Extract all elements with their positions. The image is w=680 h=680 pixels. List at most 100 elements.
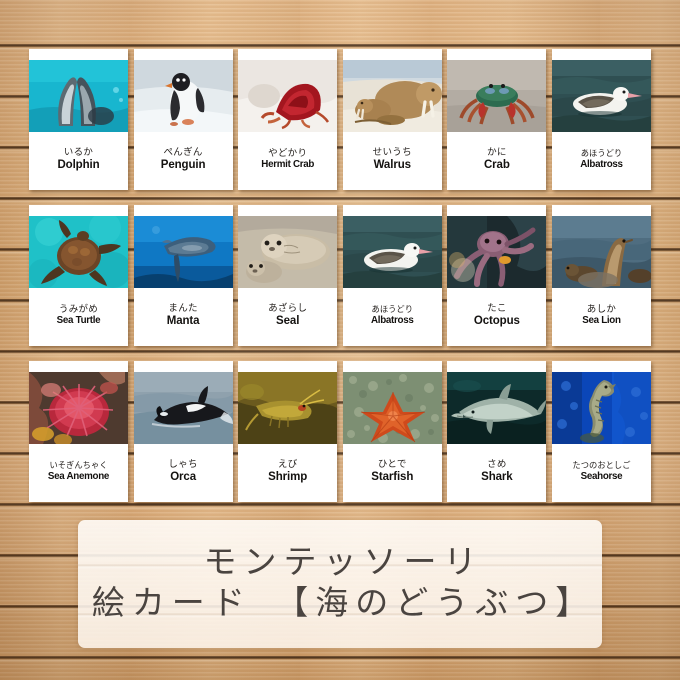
flashcard[interactable]: たつのおとしご Seahorse	[551, 361, 651, 502]
dolphin-illustration	[29, 60, 128, 132]
orca-illustration	[133, 372, 233, 444]
flashcard-grid: いるか Dolphin ぺんぎん Penguin やどかり Hermit Crab	[29, 49, 651, 502]
card-top-margin	[551, 205, 651, 216]
crab-illustration	[447, 60, 547, 132]
flashcard[interactable]: ぺんぎん Penguin	[133, 49, 233, 190]
flashcard[interactable]: あざらし Seal	[238, 205, 338, 346]
title-banner: モンテッソーリ 絵カード 【海のどうぶつ】	[78, 520, 602, 648]
flashcard[interactable]: あしか Sea Lion	[551, 205, 651, 346]
card-label-english: Manta	[166, 314, 200, 327]
shark-illustration	[447, 372, 547, 444]
albatross-illustration	[342, 216, 442, 288]
flashcard[interactable]: せいうち Walrus	[342, 49, 442, 190]
card-label-area: たつのおとしご Seahorse	[552, 444, 651, 502]
card-label-english: Albatross	[580, 158, 623, 170]
sea-turtle-illustration	[29, 216, 128, 288]
card-label-english: Walrus	[373, 158, 411, 171]
card-label-english: Sea Lion	[582, 315, 621, 327]
penguin-photo	[133, 60, 233, 132]
flashcard[interactable]: まんた Manta	[133, 205, 233, 346]
dolphin-photo	[29, 60, 128, 132]
albatross-illustration	[551, 60, 651, 132]
card-label-japanese: いそぎんちゃく	[49, 460, 108, 471]
card-label-area: かに Crab	[447, 132, 546, 190]
crab-photo	[447, 60, 547, 132]
card-label-area: うみがめ Sea Turtle	[29, 288, 128, 346]
walrus-illustration	[342, 60, 442, 132]
card-label-japanese: えび	[277, 459, 298, 470]
hermit-crab-photo	[238, 60, 338, 132]
manta-photo	[133, 216, 233, 288]
sea-anemone-photo	[29, 372, 128, 444]
card-label-english: Shrimp	[268, 470, 308, 483]
starfish-photo	[342, 372, 442, 444]
card-top-margin	[447, 49, 547, 60]
seal-illustration	[238, 216, 338, 288]
flashcard[interactable]: たこ Octopus	[447, 205, 547, 346]
card-top-margin	[133, 205, 233, 216]
card-label-english: Penguin	[160, 158, 206, 171]
flashcard[interactable]: さめ Shark	[447, 361, 547, 502]
seal-photo	[238, 216, 338, 288]
card-label-english: Dolphin	[57, 158, 100, 171]
hermit-crab-illustration	[238, 60, 338, 132]
card-label-area: いるか Dolphin	[29, 132, 128, 190]
flashcard[interactable]: うみがめ Sea Turtle	[29, 205, 128, 346]
card-label-area: あしか Sea Lion	[552, 288, 651, 346]
card-top-margin	[133, 49, 233, 60]
card-label-japanese: やどかり	[268, 147, 308, 159]
card-label-japanese: ぺんぎん	[163, 147, 203, 158]
card-label-japanese: うみがめ	[58, 303, 99, 315]
card-label-area: まんた Manta	[134, 288, 233, 346]
flashcard[interactable]: しゃち Orca	[133, 361, 233, 502]
octopus-illustration	[447, 216, 547, 288]
card-top-margin	[29, 205, 128, 216]
starfish-illustration	[342, 372, 442, 444]
card-label-japanese: たこ	[487, 303, 507, 314]
card-label-area: たこ Octopus	[447, 288, 546, 346]
manta-illustration	[133, 216, 233, 288]
card-top-margin	[238, 49, 338, 60]
card-top-margin	[238, 205, 338, 216]
card-top-margin	[551, 49, 651, 60]
card-label-area: えび Shrimp	[238, 444, 337, 502]
card-label-english: Octopus	[473, 314, 520, 327]
sea-lion-photo	[551, 216, 651, 288]
card-top-margin	[342, 361, 442, 372]
flashcard[interactable]: あほうどり Albatross	[342, 205, 442, 346]
card-top-margin	[133, 361, 233, 372]
orca-photo	[133, 372, 233, 444]
card-top-margin	[29, 49, 128, 60]
card-label-japanese: あしか	[586, 303, 617, 315]
card-top-margin	[342, 49, 442, 60]
flashcard[interactable]: かに Crab	[447, 49, 547, 190]
card-label-english: Shark	[481, 470, 513, 483]
penguin-illustration	[133, 60, 233, 132]
title-line-1: モンテッソーリ	[203, 545, 484, 582]
sea-anemone-illustration	[29, 372, 128, 444]
card-label-english: Starfish	[371, 470, 414, 483]
card-label-english: Crab	[483, 158, 510, 171]
shrimp-illustration	[238, 372, 338, 444]
flashcard[interactable]: ひとで Starfish	[342, 361, 442, 502]
card-label-japanese: まんた	[168, 303, 198, 314]
card-top-margin	[551, 361, 651, 372]
flashcard[interactable]: やどかり Hermit Crab	[238, 49, 338, 190]
octopus-photo	[447, 216, 547, 288]
flashcard[interactable]: えび Shrimp	[238, 361, 338, 502]
card-label-area: あほうどり Albatross	[552, 132, 651, 190]
card-label-area: やどかり Hermit Crab	[238, 132, 337, 190]
card-label-area: しゃち Orca	[134, 444, 233, 502]
seahorse-photo	[551, 372, 651, 444]
card-label-area: ひとで Starfish	[343, 444, 442, 502]
flashcard[interactable]: あほうどり Albatross	[551, 49, 651, 190]
sea-lion-illustration	[551, 216, 651, 288]
albatross-photo	[551, 60, 651, 132]
card-top-margin	[29, 361, 128, 372]
card-label-area: ぺんぎん Penguin	[134, 132, 233, 190]
card-top-margin	[342, 205, 442, 216]
card-label-japanese: あほうどり	[580, 148, 623, 159]
flashcard[interactable]: いそぎんちゃく Sea Anemone	[29, 361, 128, 502]
card-top-margin	[447, 361, 547, 372]
flashcard[interactable]: いるか Dolphin	[29, 49, 128, 190]
